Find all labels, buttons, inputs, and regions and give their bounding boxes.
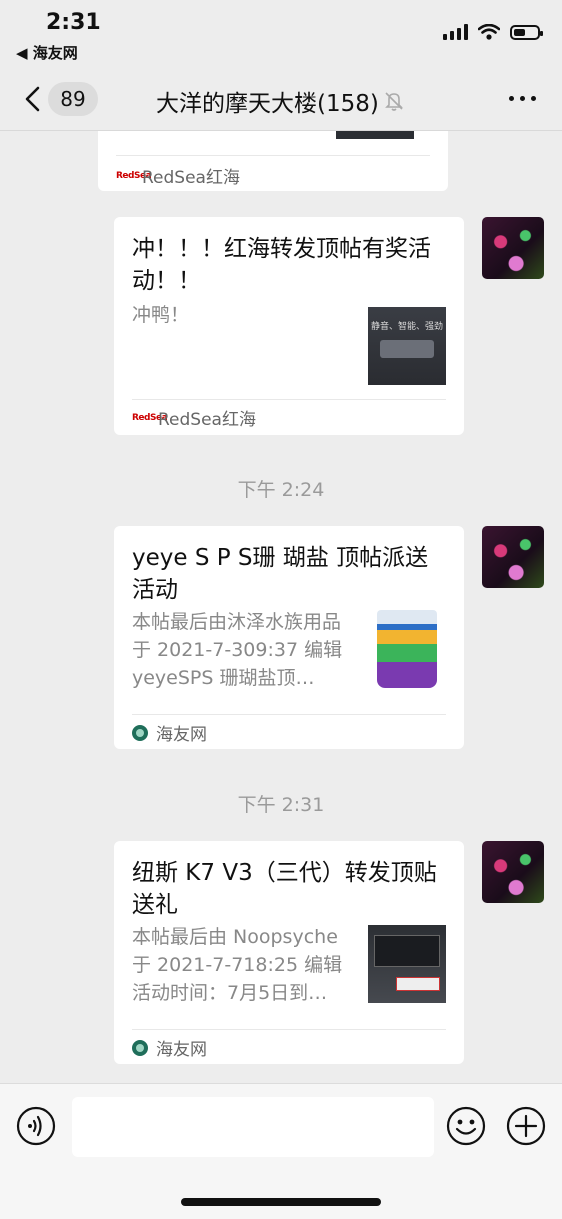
haiyouwang-logo-icon <box>132 724 148 741</box>
card-description: 冲鸭！ <box>132 304 190 326</box>
cellular-signal-icon <box>443 24 468 40</box>
message-timestamp: 下午 2:31 <box>237 794 325 816</box>
shared-link-card[interactable]: yeye S P S珊 瑚盐 顶帖派送活动 本帖最后由沐泽水族用品于 2021-… <box>114 526 464 749</box>
status-icons <box>443 24 543 40</box>
add-more-icon[interactable] <box>506 1106 546 1146</box>
message-timestamp: 下午 2:24 <box>237 479 325 501</box>
sender-avatar[interactable] <box>482 526 544 588</box>
chat-message-list[interactable]: RedSea RedSea红海 冲！！！红海转发顶帖有奖活动！！ 冲鸭！ 静音、… <box>0 131 562 1083</box>
emoji-icon[interactable] <box>446 1106 486 1146</box>
message-text-input[interactable] <box>72 1097 434 1157</box>
mute-bell-icon <box>384 92 403 111</box>
card-divider <box>132 714 446 715</box>
home-indicator[interactable] <box>181 1198 381 1206</box>
status-bar: 2:31 ◀ 海友网 <box>0 0 562 70</box>
wifi-icon <box>478 24 500 40</box>
card-thumbnail <box>368 925 446 1003</box>
card-title: yeye S P S珊 瑚盐 顶帖派送活动 <box>132 545 429 603</box>
card-source-name: 海友网 <box>156 1040 207 1060</box>
salt-bucket-image <box>377 610 437 688</box>
shared-link-card[interactable]: 纽斯 K7 V3（三代）转发顶贴送礼 本帖最后由 Noopsyche 于 202… <box>114 841 464 1064</box>
card-divider <box>116 155 430 156</box>
label-tag-image <box>396 977 440 991</box>
shared-link-card[interactable]: RedSea RedSea红海 <box>98 131 448 191</box>
device-screen-image <box>374 935 440 967</box>
card-source-name: 海友网 <box>156 725 207 745</box>
chat-header: 89 大洋的摩天大楼(158) <box>0 70 562 131</box>
redsea-logo-icon: RedSea <box>116 170 152 181</box>
card-description: 本帖最后由沐泽水族用品于 2021-7-309:37 编辑 yeyeSPS 珊瑚… <box>132 611 343 689</box>
back-chevron-icon[interactable] <box>18 84 48 114</box>
card-source-name: RedSea红海 <box>158 410 256 430</box>
haiyouwang-logo-icon <box>132 1039 148 1056</box>
thumbnail-caption: 静音、智能、强劲 <box>370 322 443 332</box>
back-to-app-link[interactable]: ◀ 海友网 <box>16 42 78 63</box>
card-source: 海友网 <box>132 720 207 745</box>
card-thumbnail: 静音、智能、强劲 <box>368 307 446 385</box>
card-thumbnail <box>368 610 446 688</box>
sender-avatar[interactable] <box>482 217 544 279</box>
chat-title: 大洋的摩天大楼(158) <box>156 91 379 117</box>
voice-input-icon[interactable] <box>16 1106 56 1146</box>
card-divider <box>132 399 446 400</box>
card-source-name: RedSea红海 <box>142 168 240 188</box>
unread-count-badge[interactable]: 89 <box>48 82 98 116</box>
card-source: RedSea RedSea红海 <box>132 405 256 430</box>
card-thumbnail <box>336 131 414 139</box>
sender-avatar[interactable] <box>482 841 544 903</box>
card-title: 纽斯 K7 V3（三代）转发顶贴送礼 <box>132 860 437 918</box>
card-description: 本帖最后由 Noopsyche 于 2021-7-718:25 编辑 活动时间：… <box>132 926 343 1004</box>
card-divider <box>132 1029 446 1030</box>
product-image <box>380 340 434 358</box>
card-title: 冲！！！红海转发顶帖有奖活动！！ <box>132 236 431 294</box>
status-time: 2:31 <box>46 10 101 35</box>
more-options-icon[interactable] <box>509 96 536 101</box>
chat-title-group: 大洋的摩天大楼(158) <box>156 84 405 118</box>
shared-link-card[interactable]: 冲！！！红海转发顶帖有奖活动！！ 冲鸭！ 静音、智能、强劲 RedSea Red… <box>114 217 464 435</box>
battery-icon <box>510 24 543 40</box>
card-source: RedSea RedSea红海 <box>116 163 240 188</box>
redsea-logo-icon: RedSea <box>132 412 168 423</box>
card-source: 海友网 <box>132 1035 207 1060</box>
